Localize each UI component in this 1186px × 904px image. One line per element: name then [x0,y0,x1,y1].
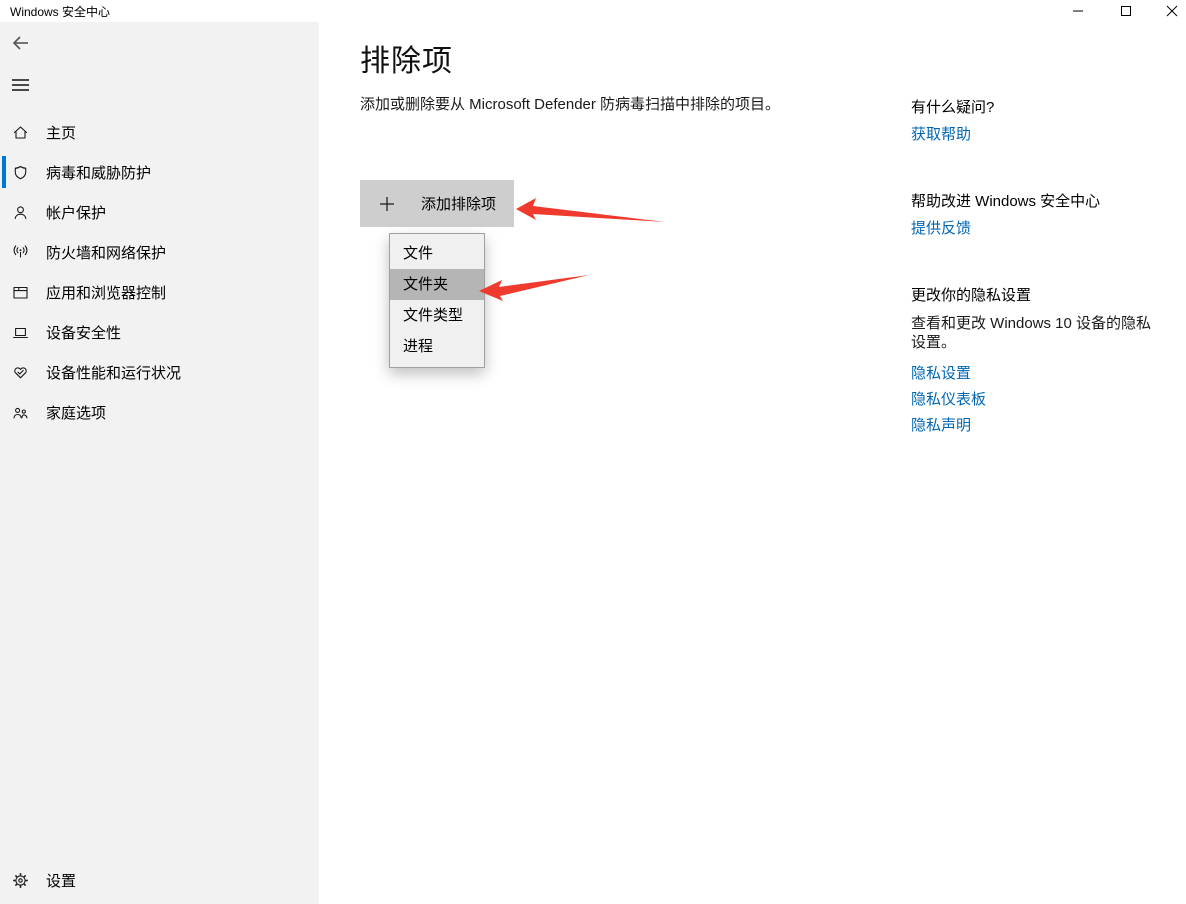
sidebar-item-label: 主页 [46,122,76,143]
sidebar-item-virus-threat-protection[interactable]: 病毒和威胁防护 [0,152,319,192]
dropdown-item-filetype[interactable]: 文件类型 [390,300,484,331]
privacy-settings-link[interactable]: 隐私设置 [911,362,971,383]
person-icon [12,204,29,221]
sidebar-item-label: 设置 [46,870,76,891]
home-icon [12,124,29,141]
title-bar: Windows 安全中心 [0,0,1186,22]
dropdown-item-file[interactable]: 文件 [390,238,484,269]
app-browser-icon [12,284,29,301]
device-icon [12,324,29,341]
add-exclusion-button-label: 添加排除项 [421,193,496,214]
exclusion-type-dropdown: 文件 文件夹 文件类型 进程 [389,233,485,368]
sidebar-item-device-performance-health[interactable]: 设备性能和运行状况 [0,352,319,392]
privacy-section-title: 更改你的隐私设置 [911,284,1031,305]
add-exclusion-button[interactable]: 添加排除项 [360,180,514,227]
sidebar: 主页 病毒和威胁防护 帐户保护 [0,22,319,904]
privacy-section-description: 查看和更改 Windows 10 设备的隐私设置。 [911,314,1161,352]
sidebar-item-label: 病毒和威胁防护 [46,162,151,183]
privacy-dashboard-link[interactable]: 隐私仪表板 [911,388,986,409]
sidebar-item-family-options[interactable]: 家庭选项 [0,392,319,432]
sidebar-item-home[interactable]: 主页 [0,112,319,152]
sidebar-item-label: 设备安全性 [46,322,121,343]
sidebar-item-app-browser-control[interactable]: 应用和浏览器控制 [0,272,319,312]
sidebar-item-settings[interactable]: 设置 [0,860,319,900]
minimize-button[interactable] [1061,0,1095,22]
sidebar-item-label: 帐户保护 [46,202,106,223]
menu-button[interactable] [8,72,34,98]
page-title: 排除项 [360,36,453,80]
help-section-title: 有什么疑问? [911,96,994,117]
main-content: 排除项 添加或删除要从 Microsoft Defender 防病毒扫描中排除的… [320,22,1186,904]
dropdown-item-folder[interactable]: 文件夹 [390,269,484,300]
get-help-link[interactable]: 获取帮助 [911,123,971,144]
sidebar-item-label: 设备性能和运行状况 [46,362,181,383]
sidebar-item-account-protection[interactable]: 帐户保护 [0,192,319,232]
close-button[interactable] [1155,0,1186,22]
minimize-icon [1072,5,1084,17]
sidebar-item-label: 防火墙和网络保护 [46,242,166,263]
dropdown-item-process[interactable]: 进程 [390,331,484,362]
sidebar-nav: 主页 病毒和威胁防护 帐户保护 [0,112,319,432]
sidebar-item-label: 应用和浏览器控制 [46,282,166,303]
plus-icon [379,196,395,212]
shield-icon [12,164,29,181]
page-description: 添加或删除要从 Microsoft Defender 防病毒扫描中排除的项目。 [360,93,780,114]
health-icon [12,364,29,381]
back-arrow-icon [11,33,31,53]
gear-icon [12,872,29,889]
back-button[interactable] [8,30,34,56]
family-icon [12,404,29,421]
feedback-section-title: 帮助改进 Windows 安全中心 [911,190,1100,211]
close-icon [1166,5,1178,17]
give-feedback-link[interactable]: 提供反馈 [911,217,971,238]
sidebar-item-firewall-network[interactable]: 防火墙和网络保护 [0,232,319,272]
network-icon [12,244,29,261]
maximize-button[interactable] [1109,0,1143,22]
maximize-icon [1120,5,1132,17]
window-title: Windows 安全中心 [10,3,110,20]
privacy-statement-link[interactable]: 隐私声明 [911,414,971,435]
sidebar-item-label: 家庭选项 [46,402,106,423]
sidebar-item-device-security[interactable]: 设备安全性 [0,312,319,352]
hamburger-icon [12,78,30,92]
